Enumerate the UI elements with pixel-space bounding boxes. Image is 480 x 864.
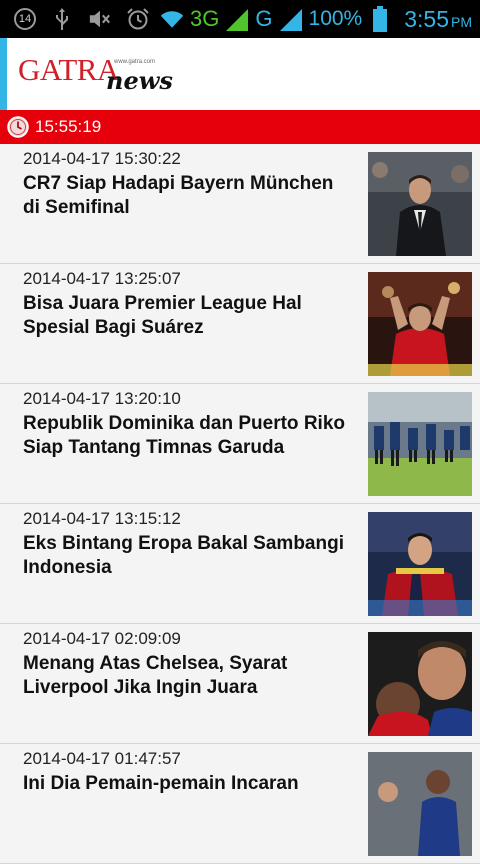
article-thumbnail — [368, 512, 472, 616]
article-title: Menang Atas Chelsea, Syarat Liverpool Ji… — [23, 653, 288, 698]
status-bar: 14 3G G 100% 3:55 PM — [0, 0, 480, 38]
logo-sub-text: news — [106, 66, 173, 95]
article-thumbnail — [368, 632, 472, 736]
network-3g-label: 3G — [190, 6, 220, 31]
article-title: CR7 Siap Hadapi Bayern München di Semifi… — [23, 173, 334, 218]
signal-strength-2-icon — [279, 7, 303, 31]
article-thumbnail — [368, 752, 472, 856]
article-title: Republik Dominika dan Puerto Riko Siap T… — [23, 413, 345, 458]
article-date: 2014-04-17 13:20:10 — [23, 389, 181, 408]
article-date: 2014-04-17 02:09:09 — [23, 629, 181, 648]
article-thumbnail — [368, 272, 472, 376]
article-title: Eks Bintang Eropa Bakal Sambangi Indones… — [23, 533, 344, 578]
article-item[interactable]: 2014-04-17 13:15:12 Eks Bintang Eropa Ba… — [0, 504, 480, 624]
notification-count-badge: 14 — [14, 8, 36, 30]
clock-icon — [7, 116, 29, 138]
logo-url-text: www.gatra.com — [114, 59, 156, 65]
article-item[interactable]: 2014-04-17 13:20:10 Republik Dominika da… — [0, 384, 480, 504]
clock-bar: 15:55:19 — [0, 110, 480, 144]
network-g-label: G — [255, 6, 273, 31]
article-title: Ini Dia Pemain-pemain Incaran — [23, 773, 299, 794]
gatra-news-logo[interactable]: GATRA www.gatra.com news — [18, 50, 188, 98]
wifi-icon — [160, 7, 184, 31]
app-header: GATRA www.gatra.com news — [0, 38, 480, 110]
article-date: 2014-04-17 13:25:07 — [23, 269, 181, 288]
mute-icon — [88, 7, 112, 31]
article-item[interactable]: 2014-04-17 01:47:57 Ini Dia Pemain-pemai… — [0, 744, 480, 864]
article-list: 2014-04-17 15:30:22 CR7 Siap Hadapi Baye… — [0, 144, 480, 864]
usb-icon — [50, 7, 74, 31]
article-title: Bisa Juara Premier League Hal Spesial Ba… — [23, 293, 302, 338]
alarm-icon — [126, 7, 150, 31]
article-date: 2014-04-17 15:30:22 — [23, 149, 181, 168]
signal-strength-icon — [225, 7, 249, 31]
status-time: 3:55 — [404, 5, 449, 32]
clock-bar-time: 15:55:19 — [35, 117, 102, 136]
battery-percent: 100% — [308, 7, 363, 30]
battery-icon — [368, 6, 392, 32]
article-item[interactable]: 2014-04-17 02:09:09 Menang Atas Chelsea,… — [0, 624, 480, 744]
header-accent-bar — [0, 38, 7, 110]
status-ampm: PM — [451, 13, 472, 30]
article-date: 2014-04-17 01:47:57 — [23, 749, 181, 768]
article-date: 2014-04-17 13:15:12 — [23, 509, 181, 528]
article-item[interactable]: 2014-04-17 15:30:22 CR7 Siap Hadapi Baye… — [0, 144, 480, 264]
article-item[interactable]: 2014-04-17 13:25:07 Bisa Juara Premier L… — [0, 264, 480, 384]
article-thumbnail — [368, 152, 472, 256]
logo-main-text: GATRA — [18, 52, 119, 87]
article-thumbnail — [368, 392, 472, 496]
